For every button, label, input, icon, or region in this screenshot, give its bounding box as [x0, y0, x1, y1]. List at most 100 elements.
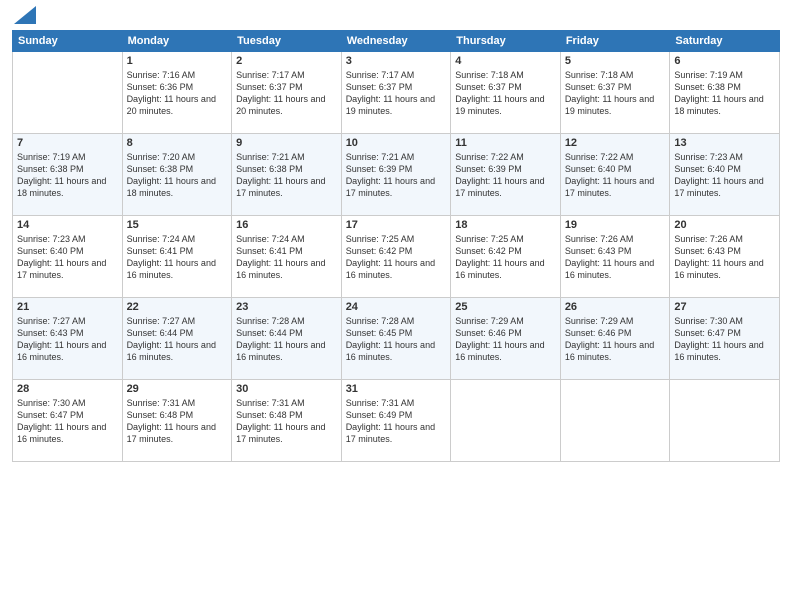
- sunset-text: Sunset: 6:42 PM: [346, 246, 413, 256]
- day-number: 5: [565, 55, 666, 67]
- daylight-text: Daylight: 11 hours and 16 minutes.: [236, 340, 325, 362]
- sunrise-text: Sunrise: 7:29 AM: [565, 316, 634, 326]
- daylight-text: Daylight: 11 hours and 18 minutes.: [674, 94, 763, 116]
- calendar-header-tuesday: Tuesday: [232, 31, 342, 52]
- sunset-text: Sunset: 6:37 PM: [236, 82, 303, 92]
- daylight-text: Daylight: 11 hours and 16 minutes.: [674, 258, 763, 280]
- daylight-text: Daylight: 11 hours and 16 minutes.: [346, 258, 435, 280]
- day-number: 28: [17, 383, 118, 395]
- day-info: Sunrise: 7:23 AM Sunset: 6:40 PM Dayligh…: [17, 233, 118, 282]
- day-number: 17: [346, 219, 447, 231]
- sunrise-text: Sunrise: 7:19 AM: [674, 70, 743, 80]
- day-number: 27: [674, 301, 775, 313]
- calendar-cell: 11 Sunrise: 7:22 AM Sunset: 6:39 PM Dayl…: [451, 134, 561, 216]
- calendar-week-row: 1 Sunrise: 7:16 AM Sunset: 6:36 PM Dayli…: [13, 52, 780, 134]
- sunrise-text: Sunrise: 7:28 AM: [346, 316, 415, 326]
- day-info: Sunrise: 7:30 AM Sunset: 6:47 PM Dayligh…: [674, 315, 775, 364]
- calendar-cell: 4 Sunrise: 7:18 AM Sunset: 6:37 PM Dayli…: [451, 52, 561, 134]
- sunset-text: Sunset: 6:43 PM: [565, 246, 632, 256]
- day-info: Sunrise: 7:27 AM Sunset: 6:44 PM Dayligh…: [127, 315, 228, 364]
- day-info: Sunrise: 7:28 AM Sunset: 6:44 PM Dayligh…: [236, 315, 337, 364]
- sunrise-text: Sunrise: 7:31 AM: [236, 398, 305, 408]
- day-info: Sunrise: 7:22 AM Sunset: 6:39 PM Dayligh…: [455, 151, 556, 200]
- daylight-text: Daylight: 11 hours and 17 minutes.: [565, 176, 654, 198]
- day-number: 11: [455, 137, 556, 149]
- calendar-cell: 30 Sunrise: 7:31 AM Sunset: 6:48 PM Dayl…: [232, 380, 342, 462]
- logo: [12, 14, 36, 24]
- daylight-text: Daylight: 11 hours and 17 minutes.: [346, 422, 435, 444]
- day-info: Sunrise: 7:17 AM Sunset: 6:37 PM Dayligh…: [236, 69, 337, 118]
- day-info: Sunrise: 7:26 AM Sunset: 6:43 PM Dayligh…: [565, 233, 666, 282]
- calendar-cell: 3 Sunrise: 7:17 AM Sunset: 6:37 PM Dayli…: [341, 52, 451, 134]
- sunset-text: Sunset: 6:45 PM: [346, 328, 413, 338]
- calendar-table: SundayMondayTuesdayWednesdayThursdayFrid…: [12, 30, 780, 462]
- day-number: 23: [236, 301, 337, 313]
- sunrise-text: Sunrise: 7:30 AM: [674, 316, 743, 326]
- day-number: 13: [674, 137, 775, 149]
- daylight-text: Daylight: 11 hours and 20 minutes.: [127, 94, 216, 116]
- day-number: 3: [346, 55, 447, 67]
- sunset-text: Sunset: 6:38 PM: [17, 164, 84, 174]
- daylight-text: Daylight: 11 hours and 16 minutes.: [455, 258, 544, 280]
- sunset-text: Sunset: 6:47 PM: [674, 328, 741, 338]
- daylight-text: Daylight: 11 hours and 17 minutes.: [236, 422, 325, 444]
- calendar-week-row: 21 Sunrise: 7:27 AM Sunset: 6:43 PM Dayl…: [13, 298, 780, 380]
- calendar-header-thursday: Thursday: [451, 31, 561, 52]
- day-info: Sunrise: 7:18 AM Sunset: 6:37 PM Dayligh…: [565, 69, 666, 118]
- day-info: Sunrise: 7:30 AM Sunset: 6:47 PM Dayligh…: [17, 397, 118, 446]
- sunrise-text: Sunrise: 7:22 AM: [455, 152, 524, 162]
- sunrise-text: Sunrise: 7:23 AM: [17, 234, 86, 244]
- sunrise-text: Sunrise: 7:18 AM: [455, 70, 524, 80]
- calendar-cell: [451, 380, 561, 462]
- sunrise-text: Sunrise: 7:16 AM: [127, 70, 196, 80]
- daylight-text: Daylight: 11 hours and 16 minutes.: [127, 258, 216, 280]
- day-number: 4: [455, 55, 556, 67]
- day-info: Sunrise: 7:18 AM Sunset: 6:37 PM Dayligh…: [455, 69, 556, 118]
- day-info: Sunrise: 7:31 AM Sunset: 6:49 PM Dayligh…: [346, 397, 447, 446]
- calendar-cell: [670, 380, 780, 462]
- day-info: Sunrise: 7:29 AM Sunset: 6:46 PM Dayligh…: [565, 315, 666, 364]
- day-info: Sunrise: 7:21 AM Sunset: 6:39 PM Dayligh…: [346, 151, 447, 200]
- sunrise-text: Sunrise: 7:17 AM: [236, 70, 305, 80]
- sunrise-text: Sunrise: 7:26 AM: [674, 234, 743, 244]
- calendar-cell: 27 Sunrise: 7:30 AM Sunset: 6:47 PM Dayl…: [670, 298, 780, 380]
- day-number: 20: [674, 219, 775, 231]
- daylight-text: Daylight: 11 hours and 16 minutes.: [17, 422, 106, 444]
- sunset-text: Sunset: 6:38 PM: [674, 82, 741, 92]
- sunrise-text: Sunrise: 7:21 AM: [236, 152, 305, 162]
- day-number: 2: [236, 55, 337, 67]
- calendar-cell: 10 Sunrise: 7:21 AM Sunset: 6:39 PM Dayl…: [341, 134, 451, 216]
- sunrise-text: Sunrise: 7:21 AM: [346, 152, 415, 162]
- daylight-text: Daylight: 11 hours and 17 minutes.: [17, 258, 106, 280]
- daylight-text: Daylight: 11 hours and 16 minutes.: [674, 340, 763, 362]
- sunset-text: Sunset: 6:39 PM: [455, 164, 522, 174]
- calendar-cell: 28 Sunrise: 7:30 AM Sunset: 6:47 PM Dayl…: [13, 380, 123, 462]
- calendar-header-saturday: Saturday: [670, 31, 780, 52]
- daylight-text: Daylight: 11 hours and 16 minutes.: [17, 340, 106, 362]
- day-number: 15: [127, 219, 228, 231]
- sunset-text: Sunset: 6:40 PM: [674, 164, 741, 174]
- calendar-cell: 23 Sunrise: 7:28 AM Sunset: 6:44 PM Dayl…: [232, 298, 342, 380]
- sunrise-text: Sunrise: 7:31 AM: [127, 398, 196, 408]
- calendar-header-wednesday: Wednesday: [341, 31, 451, 52]
- calendar-cell: 22 Sunrise: 7:27 AM Sunset: 6:44 PM Dayl…: [122, 298, 232, 380]
- daylight-text: Daylight: 11 hours and 16 minutes.: [236, 258, 325, 280]
- sunrise-text: Sunrise: 7:24 AM: [127, 234, 196, 244]
- day-info: Sunrise: 7:24 AM Sunset: 6:41 PM Dayligh…: [236, 233, 337, 282]
- sunrise-text: Sunrise: 7:20 AM: [127, 152, 196, 162]
- sunset-text: Sunset: 6:38 PM: [127, 164, 194, 174]
- day-info: Sunrise: 7:28 AM Sunset: 6:45 PM Dayligh…: [346, 315, 447, 364]
- calendar-cell: 1 Sunrise: 7:16 AM Sunset: 6:36 PM Dayli…: [122, 52, 232, 134]
- day-number: 16: [236, 219, 337, 231]
- calendar-cell: 25 Sunrise: 7:29 AM Sunset: 6:46 PM Dayl…: [451, 298, 561, 380]
- sunrise-text: Sunrise: 7:18 AM: [565, 70, 634, 80]
- day-number: 9: [236, 137, 337, 149]
- day-info: Sunrise: 7:17 AM Sunset: 6:37 PM Dayligh…: [346, 69, 447, 118]
- daylight-text: Daylight: 11 hours and 20 minutes.: [236, 94, 325, 116]
- calendar-cell: 2 Sunrise: 7:17 AM Sunset: 6:37 PM Dayli…: [232, 52, 342, 134]
- sunrise-text: Sunrise: 7:29 AM: [455, 316, 524, 326]
- day-info: Sunrise: 7:26 AM Sunset: 6:43 PM Dayligh…: [674, 233, 775, 282]
- calendar-header-friday: Friday: [560, 31, 670, 52]
- sunset-text: Sunset: 6:37 PM: [346, 82, 413, 92]
- day-number: 25: [455, 301, 556, 313]
